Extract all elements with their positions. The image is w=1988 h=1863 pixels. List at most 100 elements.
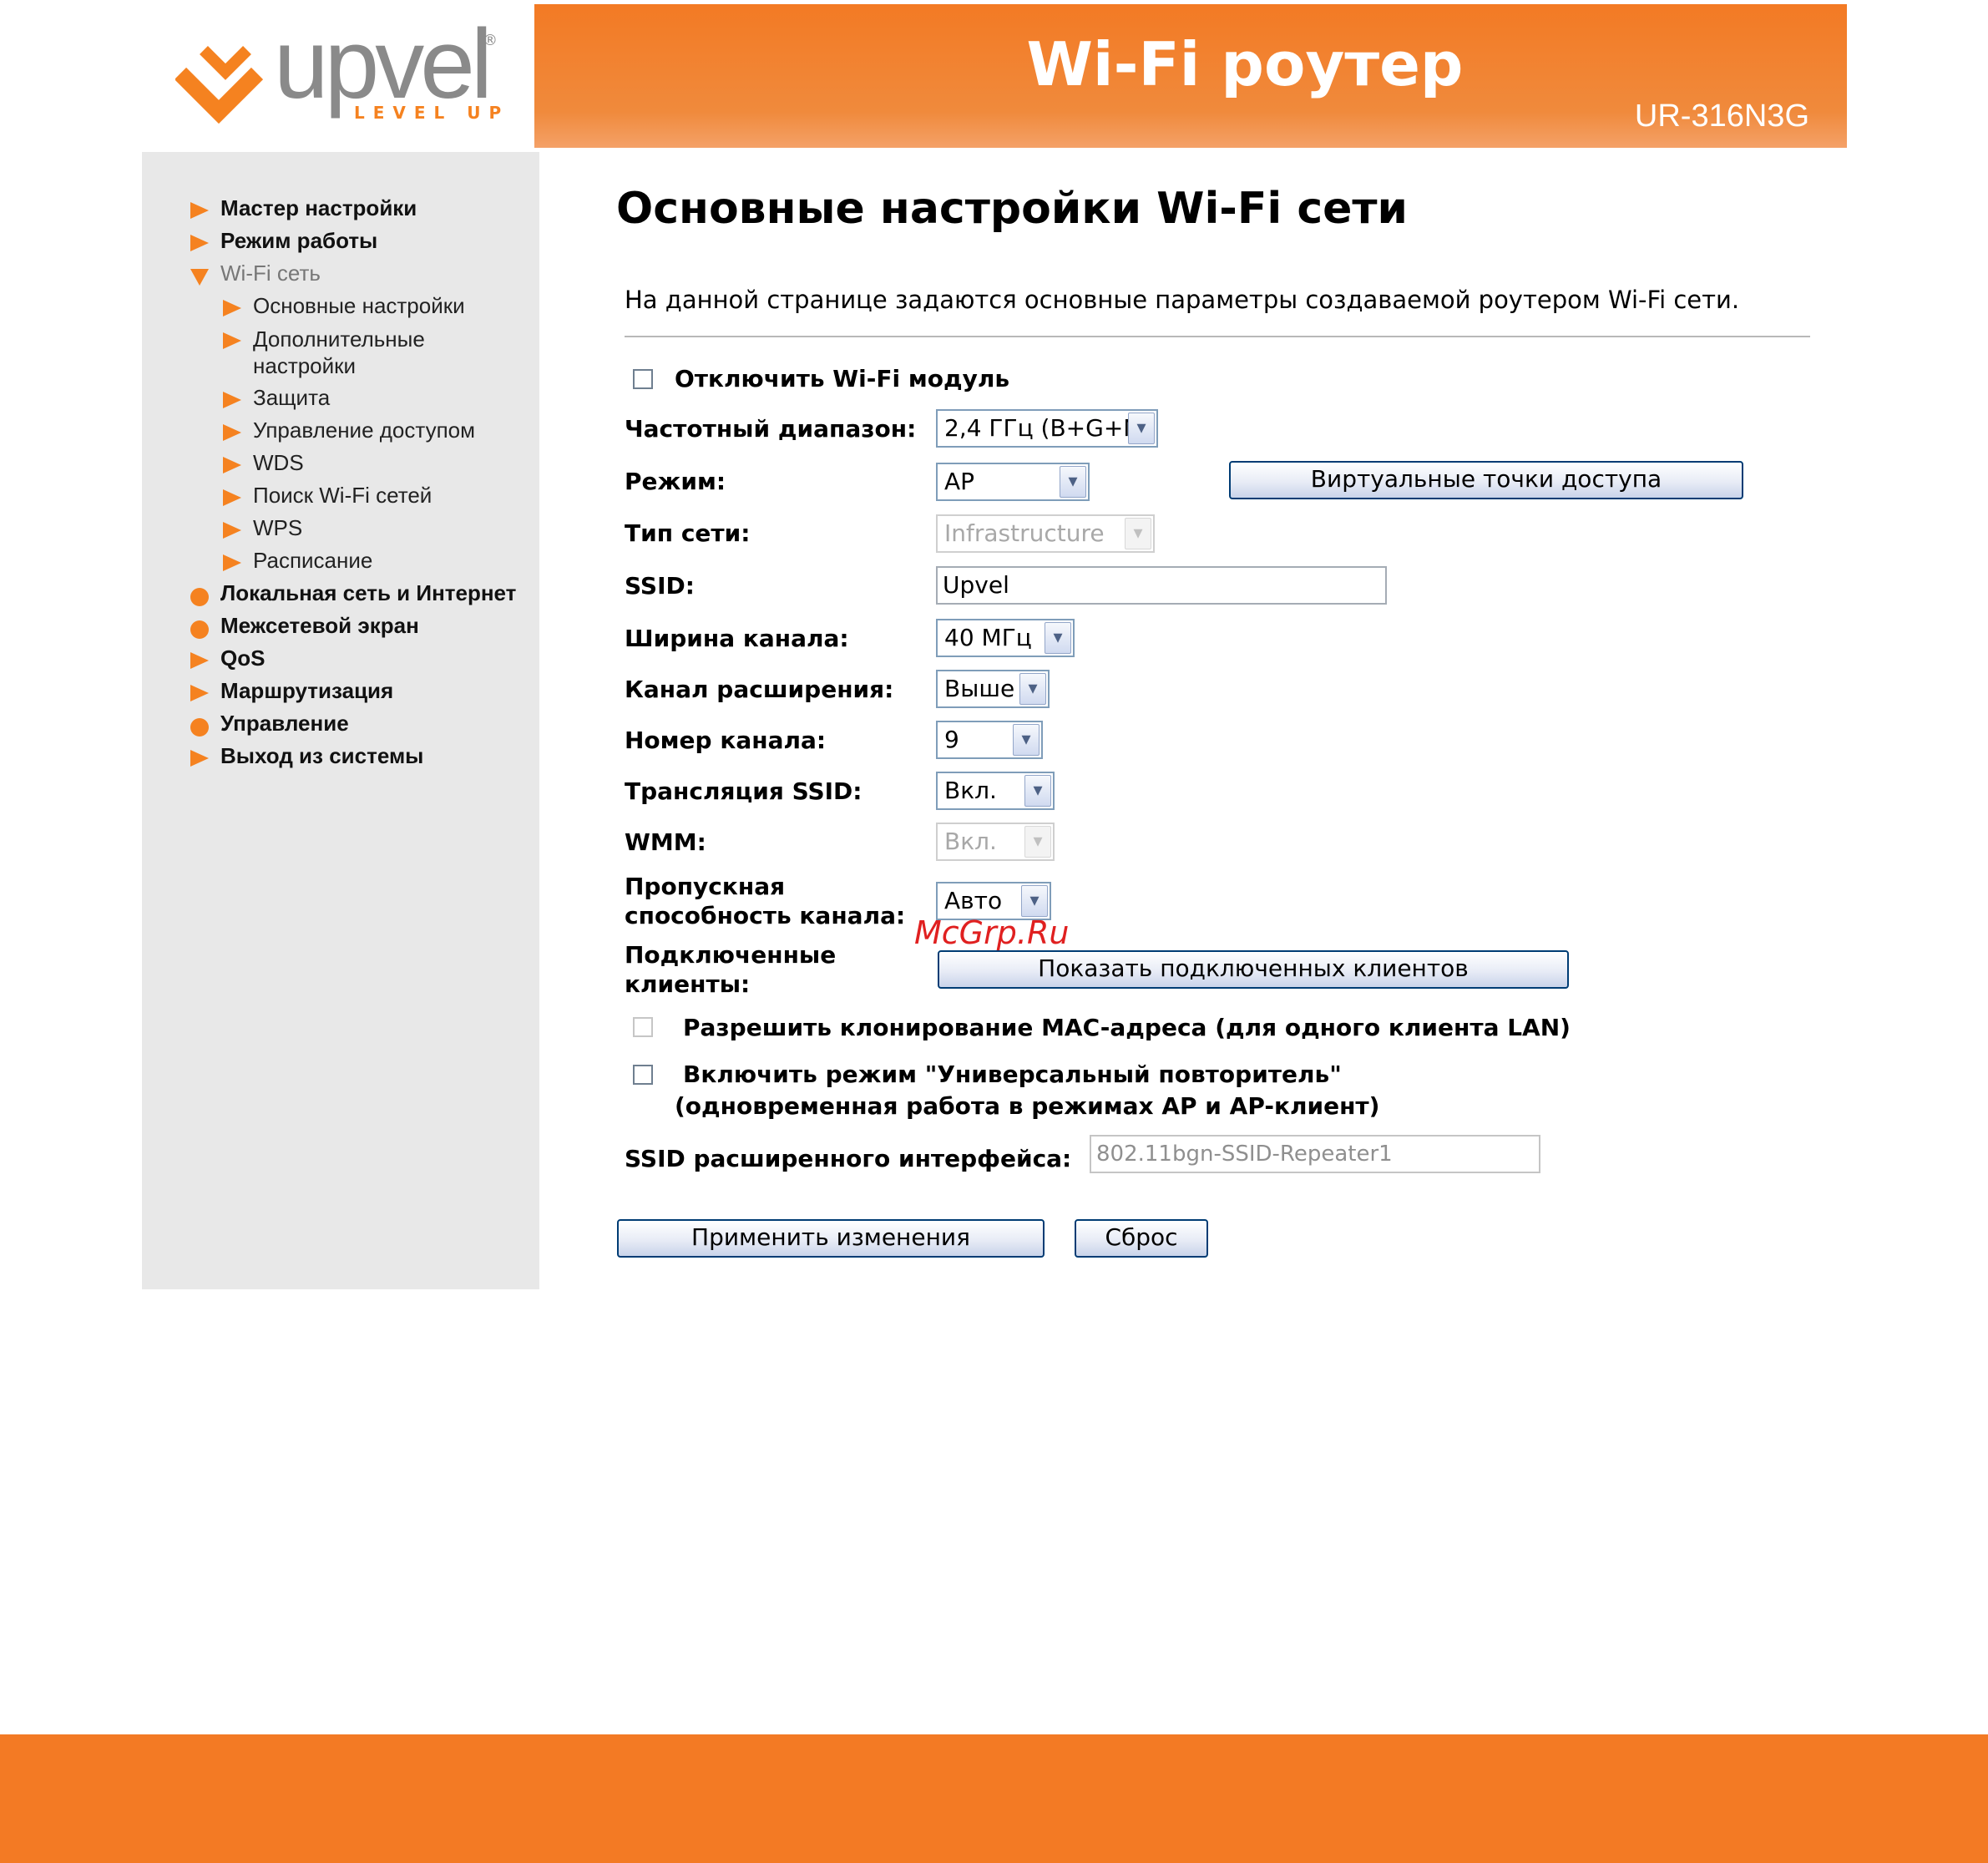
reset-button[interactable]: Сброс (1075, 1219, 1208, 1258)
channel-width-label: Ширина канала: (625, 625, 849, 652)
mac-clone-checkbox (633, 1017, 653, 1037)
sidebar-item-label: WPS (253, 515, 303, 540)
arrow-right-icon (223, 522, 241, 539)
sidebar-item-label: Поиск Wi-Fi сетей (253, 483, 433, 508)
watermark: McGrp.Ru (914, 914, 1070, 951)
chevron-down-icon: ▾ (1024, 826, 1051, 858)
ssid-broadcast-value: Вкл. (944, 777, 997, 804)
mac-clone-label: Разрешить клонирование MAC-адреса (для о… (683, 1014, 1571, 1041)
repeater-label-line1: Включить режим "Универсальный повторител… (683, 1061, 1342, 1088)
show-clients-button[interactable]: Показать подключенных клиентов (938, 950, 1569, 989)
logo-wordmark: upvel (274, 9, 493, 119)
dot-icon (190, 588, 209, 606)
clients-label-line2: клиенты: (625, 970, 751, 998)
sidebar-item-logout[interactable]: Выход из системы (190, 740, 516, 772)
band-select[interactable]: 2,4 ГГц (B+G+N) ▾ (936, 409, 1158, 448)
arrow-right-icon (223, 554, 241, 571)
repeater-checkbox[interactable] (633, 1065, 653, 1085)
bandwidth-label-line2: способность канала: (625, 902, 906, 929)
chevron-down-icon: ▾ (1021, 885, 1048, 917)
band-value: 2,4 ГГц (B+G+N) (944, 414, 1151, 442)
arrow-right-icon (190, 202, 209, 219)
sidebar-item-label: Дополнительные настройки (253, 327, 425, 378)
header-title: Wi-Fi роутер (1026, 29, 1464, 99)
sidebar-subitem-schedule[interactable]: Расписание (190, 544, 516, 577)
sidebar-item-label: Локальная сеть и Интернет (220, 580, 517, 605)
chevron-down-icon: ▾ (1024, 775, 1051, 807)
ext-channel-select[interactable]: Выше ▾ (936, 670, 1050, 708)
sidebar-item-operation-mode[interactable]: Режим работы (190, 225, 516, 257)
channel-width-select[interactable]: 40 МГц ▾ (936, 619, 1075, 657)
sidebar-item-qos[interactable]: QoS (190, 642, 516, 675)
chevron-down-icon: ▾ (1013, 724, 1040, 756)
sidebar-subitem-basic-settings[interactable]: Основные настройки (190, 290, 516, 322)
dot-icon (190, 620, 209, 639)
sidebar-item-label: Межсетевой экран (220, 613, 419, 638)
sidebar-subitem-wps[interactable]: WPS (190, 512, 516, 544)
wmm-select: Вкл. ▾ (936, 823, 1055, 861)
sidebar-item-label: Расписание (253, 548, 373, 573)
channel-number-select[interactable]: 9 ▾ (936, 721, 1043, 759)
page-description: На данной странице задаются основные пар… (625, 286, 1740, 314)
sidebar-item-label: Управление доступом (253, 418, 476, 443)
arrow-down-icon (190, 269, 209, 286)
arrow-right-icon (223, 489, 241, 506)
sidebar-item-firewall[interactable]: Межсетевой экран (190, 610, 516, 642)
sidebar-item-management[interactable]: Управление (190, 707, 516, 740)
chevron-down-icon: ▾ (1125, 518, 1151, 549)
arrow-right-icon (190, 235, 209, 251)
ssid-broadcast-label: Трансляция SSID: (625, 777, 862, 805)
sidebar-subitem-wds[interactable]: WDS (190, 447, 516, 479)
ext-ssid-input[interactable]: 802.11bgn-SSID-Repeater1 (1090, 1135, 1540, 1173)
footer-band (0, 1734, 1988, 1863)
mode-select[interactable]: AP ▾ (936, 463, 1090, 501)
ext-ssid-label: SSID расширенного интерфейса: (625, 1145, 1072, 1172)
sidebar: Мастер настройки Режим работы Wi-Fi сеть… (142, 152, 539, 1289)
sidebar-subitem-access-control[interactable]: Управление доступом (190, 414, 516, 447)
arrow-right-icon (223, 424, 241, 441)
sidebar-subitem-site-survey[interactable]: Поиск Wi-Fi сетей (190, 479, 516, 512)
sidebar-subitem-advanced-settings[interactable]: Дополнительные настройки (190, 322, 470, 382)
device-model: UR-316N3G (1634, 99, 1809, 134)
page-title: Основные настройки Wi-Fi сети (616, 184, 1408, 234)
sidebar-subitem-security[interactable]: Защита (190, 382, 516, 414)
ssid-input[interactable]: Upvel (936, 566, 1387, 605)
sidebar-item-label: Основные настройки (253, 293, 465, 318)
disable-wifi-label: Отключить Wi-Fi модуль (675, 365, 1010, 392)
header-banner: Wi-Fi роутер UR-316N3G (534, 4, 1847, 148)
logo: upvel ® LEVEL UP (142, 0, 534, 144)
dot-icon (190, 718, 209, 737)
apply-button[interactable]: Применить изменения (617, 1219, 1045, 1258)
wmm-value: Вкл. (944, 828, 997, 855)
sidebar-item-label: Режим работы (220, 228, 378, 253)
repeater-label-line2: (одновременная работа в режимах AP и AP-… (675, 1092, 1380, 1120)
chevron-down-icon: ▾ (1060, 466, 1086, 498)
sidebar-nav: Мастер настройки Режим работы Wi-Fi сеть… (190, 192, 516, 772)
registered-mark: ® (483, 32, 498, 49)
sidebar-item-label: WDS (253, 450, 304, 475)
sidebar-item-wifi[interactable]: Wi-Fi сеть (190, 257, 516, 290)
chevron-down-icon: ▾ (1128, 413, 1155, 444)
channel-width-value: 40 МГц (944, 624, 1032, 651)
sidebar-item-label: Защита (253, 385, 331, 410)
disable-wifi-checkbox[interactable] (633, 369, 653, 389)
bandwidth-label: Пропускная способность канала: (625, 872, 905, 930)
arrow-right-icon (223, 457, 241, 473)
arrow-right-icon (190, 750, 209, 767)
sidebar-item-label: Мастер настройки (220, 195, 417, 220)
band-label: Частотный диапазон: (625, 415, 917, 443)
network-type-value: Infrastructure (944, 519, 1105, 547)
sidebar-item-routing[interactable]: Маршрутизация (190, 675, 516, 707)
clients-label-line1: Подключенные (625, 941, 837, 969)
sidebar-item-label: Выход из системы (220, 743, 424, 768)
sidebar-item-lan-internet[interactable]: Локальная сеть и Интернет (190, 577, 516, 610)
chevron-down-icon: ▾ (1019, 673, 1046, 705)
ext-channel-value: Выше (944, 675, 1015, 702)
virtual-ap-button[interactable]: Виртуальные точки доступа (1229, 461, 1743, 499)
sidebar-item-label: Wi-Fi сеть (220, 261, 321, 286)
arrow-right-icon (223, 392, 241, 408)
divider (625, 336, 1810, 337)
sidebar-item-setup-wizard[interactable]: Мастер настройки (190, 192, 516, 225)
mode-value: AP (944, 468, 975, 495)
ssid-broadcast-select[interactable]: Вкл. ▾ (936, 772, 1055, 810)
